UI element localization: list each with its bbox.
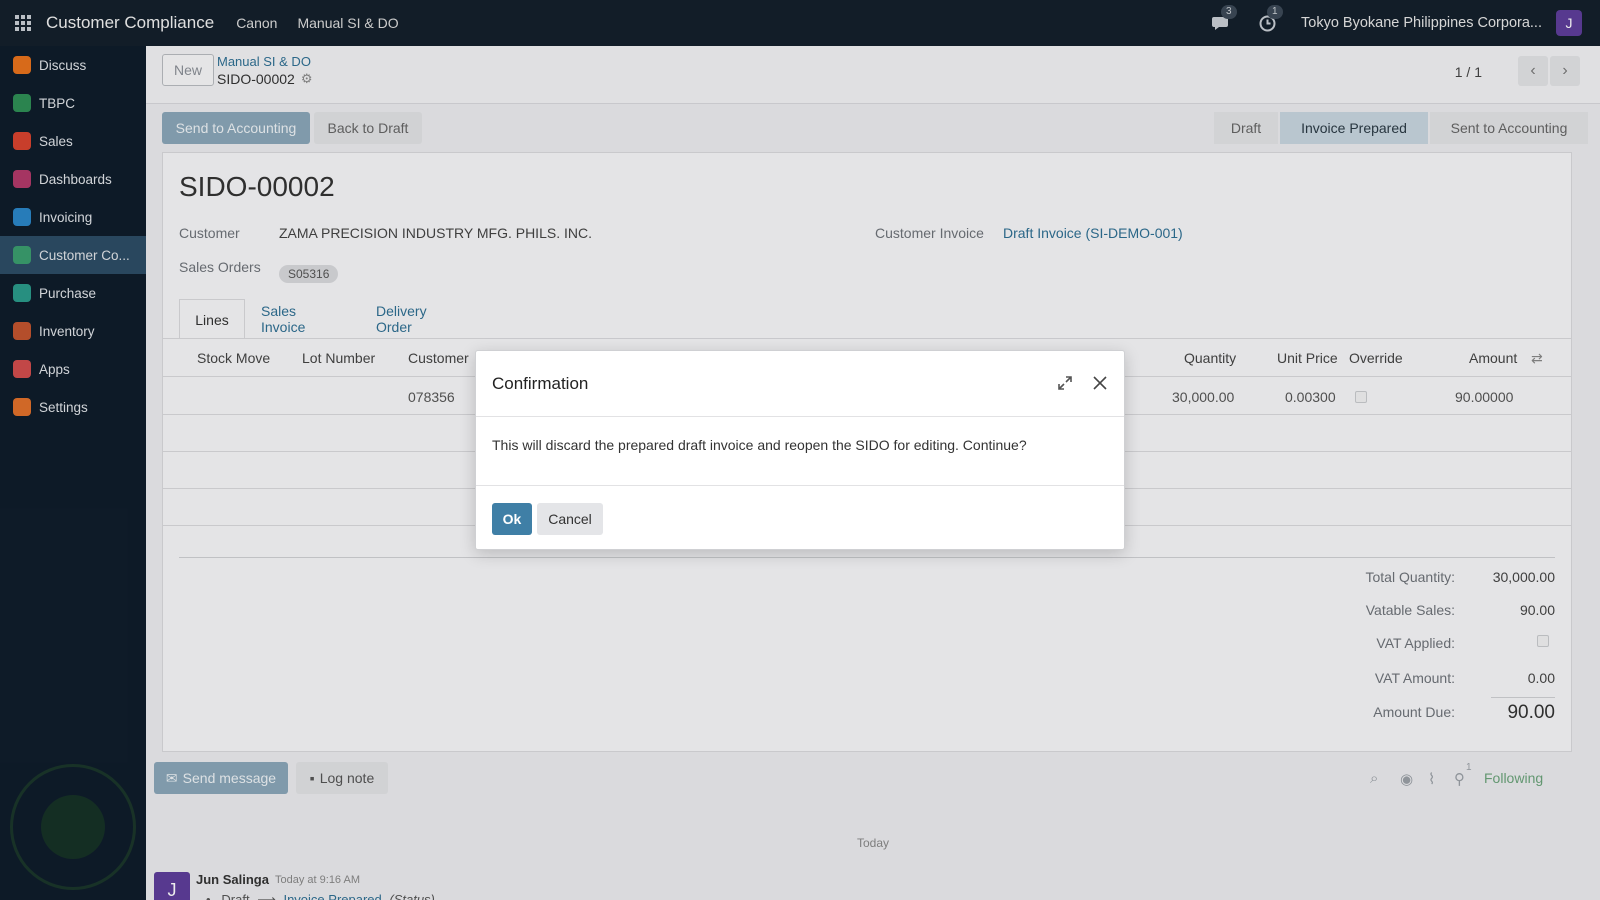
expand-icon[interactable] [1054, 372, 1076, 394]
ok-button[interactable]: Ok [492, 503, 532, 535]
dialog-message: This will discard the prepared draft inv… [492, 437, 1027, 453]
confirmation-dialog: Confirmation This will discard the prepa… [475, 350, 1125, 550]
close-icon[interactable] [1088, 371, 1112, 395]
dialog-title: Confirmation [492, 374, 589, 393]
cancel-button[interactable]: Cancel [537, 503, 603, 535]
dialog-footer-divider [476, 485, 1124, 486]
dialog-header-divider [476, 416, 1124, 417]
